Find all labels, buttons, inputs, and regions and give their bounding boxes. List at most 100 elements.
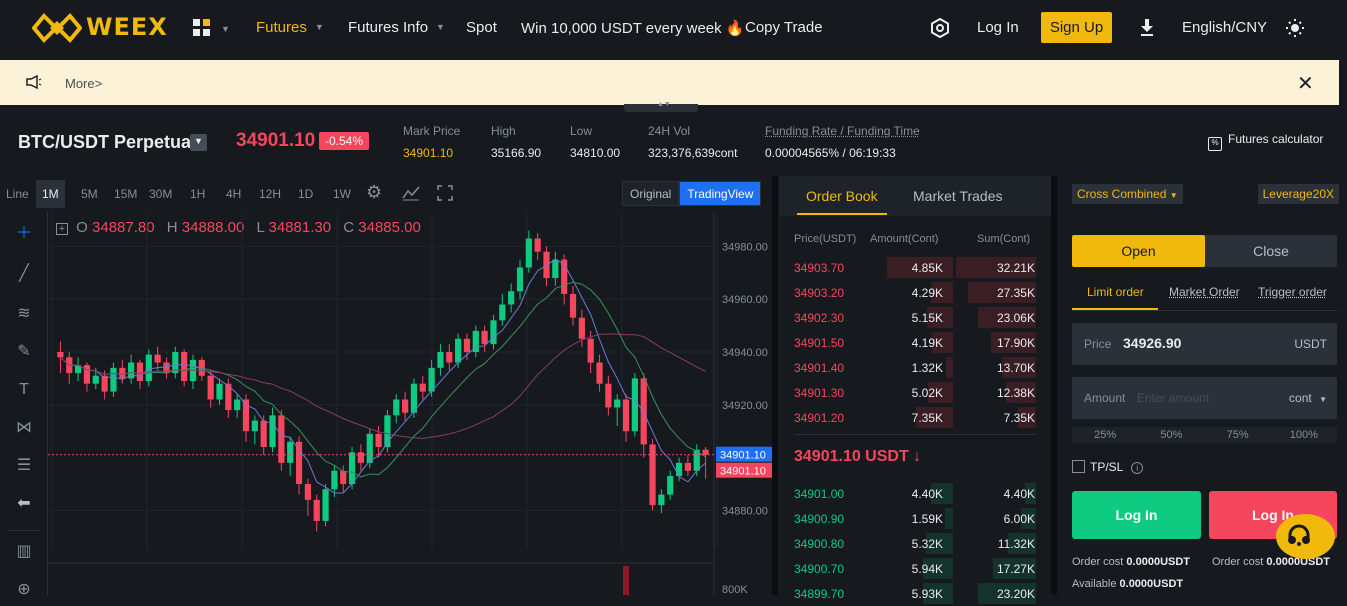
order-type-market[interactable]: Market Order <box>1169 285 1240 299</box>
tf-30m[interactable]: 30M <box>149 187 172 201</box>
support-chat-button[interactable] <box>1276 514 1335 559</box>
row-amount: 5.15K <box>912 311 943 325</box>
tab-order-book[interactable]: Order Book <box>806 188 878 204</box>
login-link[interactable]: Log In <box>977 19 1019 36</box>
percent-25[interactable]: 25% <box>1072 427 1138 443</box>
nav-spot[interactable]: Spot <box>466 19 497 36</box>
settings-hex-icon[interactable] <box>930 18 950 38</box>
nav-futures-info[interactable]: Futures Info ▼ <box>348 19 445 36</box>
price-tick-label: 34960.00 <box>722 294 768 306</box>
tf-15m[interactable]: 15M <box>114 187 137 201</box>
candlestick-chart[interactable]: 34980.00 34960.00 34940.00 34920.00 34880.00… <box>48 212 772 595</box>
zoom-icon[interactable]: ⊕ <box>12 578 36 602</box>
row-amount: 1.59K <box>912 512 943 526</box>
toolbar-divider <box>8 530 40 531</box>
amount-input[interactable]: Enter amount <box>1137 391 1209 405</box>
tf-4h[interactable]: 4H <box>226 187 241 201</box>
tf-line[interactable]: Line <box>6 187 29 201</box>
open-tab[interactable]: Open <box>1072 235 1205 267</box>
bid-row[interactable]: 34901.00 4.40K 4.40K <box>779 482 1051 506</box>
bid-row[interactable]: 34900.70 5.94K 17.27K <box>779 557 1051 581</box>
candle-body <box>322 489 328 521</box>
candle-body <box>658 495 664 506</box>
theme-sun-icon[interactable] <box>1286 19 1304 37</box>
candle-body <box>579 318 585 339</box>
brand-name[interactable]: WEEX <box>86 13 168 41</box>
percent-50[interactable]: 50% <box>1138 427 1204 443</box>
fullscreen-icon[interactable] <box>437 185 453 201</box>
ask-row[interactable]: 34903.70 4.85K 32.21K <box>779 256 1051 280</box>
close-tab[interactable]: Close <box>1205 235 1337 267</box>
leverage-button[interactable]: Leverage20X <box>1258 184 1339 204</box>
bid-row[interactable]: 34900.80 5.32K 11.32K <box>779 532 1051 556</box>
tf-1w[interactable]: 1W <box>333 187 351 201</box>
candle-body <box>437 352 443 368</box>
bid-row[interactable]: 34900.90 1.59K 6.00K <box>779 507 1051 531</box>
ask-row[interactable]: 34901.30 5.02K 12.38K <box>779 381 1051 405</box>
ask-row[interactable]: 34901.50 4.19K 17.90K <box>779 331 1051 355</box>
margin-mode-dropdown[interactable]: Cross Combined ▼ <box>1072 184 1183 204</box>
percent-75[interactable]: 75% <box>1205 427 1271 443</box>
amount-unit-dropdown[interactable]: cont ▼ <box>1289 391 1327 405</box>
tpsl-checkbox[interactable] <box>1072 460 1085 473</box>
ask-row[interactable]: 34903.20 4.29K 27.35K <box>779 281 1051 305</box>
nav-promo[interactable]: Win 10,000 USDT every week 🔥 <box>521 19 745 37</box>
ask-row[interactable]: 34901.20 7.35K 7.35K <box>779 406 1051 430</box>
info-icon[interactable]: i <box>1131 462 1143 474</box>
view-original-button[interactable]: Original <box>622 181 679 206</box>
spread-divider <box>794 434 1036 435</box>
apps-grid-icon[interactable] <box>193 19 211 37</box>
back-arrow-icon[interactable]: ⬅ <box>12 492 36 516</box>
candle-body <box>234 400 240 411</box>
signup-button[interactable]: Sign Up <box>1041 12 1112 43</box>
row-price: 34899.70 <box>794 587 844 601</box>
bid-row[interactable]: 34899.70 5.93K 23.20K <box>779 582 1051 606</box>
percent-100[interactable]: 100% <box>1271 427 1337 443</box>
tf-12h[interactable]: 12H <box>259 187 281 201</box>
price-value[interactable]: 34926.90 <box>1123 335 1181 351</box>
language-selector[interactable]: English/CNY <box>1182 19 1267 36</box>
chevron-down-icon: ▼ <box>1170 191 1178 200</box>
apps-caret-icon[interactable]: ▼ <box>221 24 230 34</box>
measure-tool-icon[interactable]: ☰ <box>12 454 36 478</box>
close-icon[interactable]: ✕ <box>1297 71 1314 96</box>
headset-icon <box>1285 522 1313 550</box>
open-long-button[interactable]: Log In <box>1072 491 1201 539</box>
collapse-handle[interactable]: ▲▼ <box>624 104 698 112</box>
order-type-trigger[interactable]: Trigger order <box>1258 285 1327 299</box>
ask-row[interactable]: 34901.40 1.32K 13.70K <box>779 356 1051 380</box>
chart-view-switch: Original TradingView <box>622 181 761 206</box>
chart-type-icon[interactable]: ▥ <box>12 540 36 564</box>
nav-futures[interactable]: Futures ▼ <box>256 19 324 36</box>
fib-tool-icon[interactable]: ≋ <box>12 302 36 326</box>
candle-body <box>358 452 364 463</box>
tab-market-trades[interactable]: Market Trades <box>913 188 1002 204</box>
tf-1m[interactable]: 1M <box>36 180 65 208</box>
price-field[interactable]: Price 34926.90 USDT <box>1072 323 1337 365</box>
candle-body <box>455 339 461 363</box>
download-icon[interactable] <box>1140 19 1154 37</box>
ask-row[interactable]: 34902.30 5.15K 23.06K <box>779 306 1051 330</box>
indicators-icon[interactable] <box>402 185 420 201</box>
pattern-tool-icon[interactable]: ⋈ <box>12 416 36 440</box>
tf-1h[interactable]: 1H <box>190 187 205 201</box>
stat-funding-rate[interactable]: Funding Rate / Funding Time 0.00004565% … <box>765 124 920 160</box>
tpsl-toggle[interactable]: TP/SL i <box>1072 460 1143 474</box>
futures-calculator-link[interactable]: % Futures calculator <box>1208 132 1323 151</box>
order-type-limit[interactable]: Limit order <box>1087 285 1144 299</box>
tf-5m[interactable]: 5M <box>81 187 98 201</box>
amount-field[interactable]: Amount Enter amount cont ▼ <box>1072 377 1337 419</box>
banner-more-link[interactable]: More> <box>65 76 102 91</box>
pair-name[interactable]: BTC/USDT Perpetual <box>18 132 196 153</box>
brush-icon[interactable]: ✎ <box>12 340 36 364</box>
pair-dropdown-icon[interactable]: ▼ <box>190 134 207 151</box>
tf-1d[interactable]: 1D <box>298 187 313 201</box>
trend-line-icon[interactable]: ╱ <box>12 262 36 286</box>
crosshair-icon[interactable]: ＋ <box>12 222 36 246</box>
chart-settings-gear-icon[interactable]: ⚙ <box>366 182 382 203</box>
view-tradingview-button[interactable]: TradingView <box>679 181 761 206</box>
candle-body <box>499 304 505 320</box>
nav-copy-trade[interactable]: Copy Trade <box>745 19 823 36</box>
weex-logo-icon[interactable] <box>32 12 82 44</box>
text-tool-icon[interactable]: T <box>12 378 36 402</box>
